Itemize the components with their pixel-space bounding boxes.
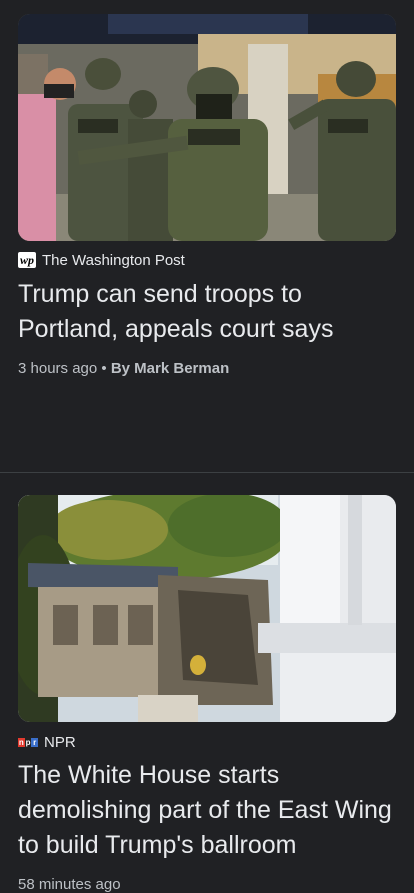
- source-name: The Washington Post: [42, 251, 185, 269]
- meta-separator: •: [101, 360, 107, 377]
- article-time: 58 minutes ago: [18, 876, 121, 893]
- article-source[interactable]: npr NPR: [18, 732, 76, 752]
- article-meta: 3 hours ago • By Mark Berman: [18, 360, 229, 377]
- article-headline[interactable]: Trump can send troops to Portland, appea…: [18, 277, 398, 347]
- article-headline[interactable]: The White House starts demolishing part …: [18, 758, 398, 863]
- article-image[interactable]: [18, 14, 396, 241]
- article-image[interactable]: [18, 495, 396, 722]
- source-name: NPR: [44, 733, 76, 751]
- npr-logo-icon: npr: [18, 737, 39, 747]
- washington-post-logo-icon: wp: [18, 252, 36, 268]
- article-author: By Mark Berman: [110, 360, 230, 377]
- article-source[interactable]: wp The Washington Post: [18, 250, 185, 270]
- article-meta: 58 minutes ago: [18, 876, 121, 893]
- article-time: 3 hours ago: [18, 360, 98, 377]
- divider: [0, 472, 414, 473]
